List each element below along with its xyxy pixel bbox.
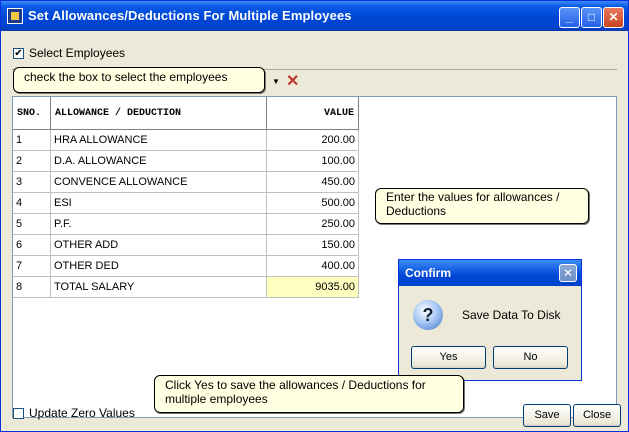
confirm-title-bar[interactable]: Confirm ✕: [399, 260, 581, 286]
select-employees-checkbox[interactable]: ✔: [13, 48, 24, 59]
cell-value-total[interactable]: 9035.00: [266, 276, 359, 298]
confirm-title: Confirm: [405, 266, 451, 280]
table-row[interactable]: 2 D.A. ALLOWANCE 100.00: [13, 150, 359, 172]
cell-name: P.F.: [50, 213, 267, 235]
dropdown-arrow-icon[interactable]: ▼: [272, 77, 280, 86]
cell-sno: 2: [13, 150, 51, 172]
yes-button[interactable]: Yes: [411, 346, 486, 369]
table-row[interactable]: 7 OTHER DED 400.00: [13, 255, 359, 277]
close-window-button[interactable]: ✕: [603, 7, 624, 28]
save-button[interactable]: Save: [523, 404, 571, 427]
cell-value[interactable]: 200.00: [266, 129, 359, 151]
callout-select: check the box to select the employees: [13, 67, 265, 93]
cell-name: D.A. ALLOWANCE: [50, 150, 267, 172]
allowance-grid: SNO. ALLOWANCE / DEDUCTION VALUE 1 HRA AL…: [13, 97, 359, 298]
table-row[interactable]: 8 TOTAL SALARY 9035.00: [13, 276, 359, 298]
cell-sno: 8: [13, 276, 51, 298]
cell-sno: 3: [13, 171, 51, 193]
header-allowance[interactable]: ALLOWANCE / DEDUCTION: [50, 97, 267, 130]
maximize-button[interactable]: □: [581, 7, 602, 28]
table-row[interactable]: 1 HRA ALLOWANCE 200.00: [13, 129, 359, 151]
cell-value[interactable]: 250.00: [266, 213, 359, 235]
no-button[interactable]: No: [493, 346, 568, 369]
minimize-button[interactable]: _: [559, 7, 580, 28]
question-icon: ?: [413, 300, 443, 330]
cell-name: OTHER DED: [50, 255, 267, 277]
cell-name: ESI: [50, 192, 267, 214]
cell-value[interactable]: 450.00: [266, 171, 359, 193]
cell-sno: 5: [13, 213, 51, 235]
cell-name: HRA ALLOWANCE: [50, 129, 267, 151]
callout-values: Enter the values for allowances / Deduct…: [375, 188, 589, 224]
cell-sno: 4: [13, 192, 51, 214]
confirm-message: Save Data To Disk: [462, 308, 561, 322]
cell-value[interactable]: 100.00: [266, 150, 359, 172]
cell-value[interactable]: 150.00: [266, 234, 359, 256]
cell-sno: 1: [13, 129, 51, 151]
cell-sno: 7: [13, 255, 51, 277]
header-sno[interactable]: SNO.: [13, 97, 51, 130]
cell-sno: 6: [13, 234, 51, 256]
table-row[interactable]: 4 ESI 500.00: [13, 192, 359, 214]
table-row[interactable]: 3 CONVENCE ALLOWANCE 450.00: [13, 171, 359, 193]
update-zero-checkbox[interactable]: [13, 408, 24, 419]
app-icon: [7, 8, 23, 24]
cell-value[interactable]: 400.00: [266, 255, 359, 277]
confirm-close-icon[interactable]: ✕: [559, 264, 577, 282]
title-bar[interactable]: Set Allowances/Deductions For Multiple E…: [1, 1, 628, 31]
delete-x-icon[interactable]: ✕: [286, 74, 299, 90]
main-window: Set Allowances/Deductions For Multiple E…: [0, 0, 629, 432]
select-employees-label: Select Employees: [29, 46, 126, 60]
update-zero-label: Update Zero Values: [29, 406, 135, 420]
cell-name: CONVENCE ALLOWANCE: [50, 171, 267, 193]
table-row[interactable]: 6 OTHER ADD 150.00: [13, 234, 359, 256]
table-row[interactable]: 5 P.F. 250.00: [13, 213, 359, 235]
confirm-dialog: Confirm ✕ ? Save Data To Disk Yes No: [398, 259, 582, 381]
cell-name: OTHER ADD: [50, 234, 267, 256]
close-button[interactable]: Close: [573, 404, 621, 427]
header-value[interactable]: VALUE: [266, 97, 359, 130]
window-title: Set Allowances/Deductions For Multiple E…: [28, 8, 352, 23]
cell-name: TOTAL SALARY: [50, 276, 267, 298]
cell-value[interactable]: 500.00: [266, 192, 359, 214]
callout-yes: Click Yes to save the allowances / Deduc…: [154, 375, 464, 413]
